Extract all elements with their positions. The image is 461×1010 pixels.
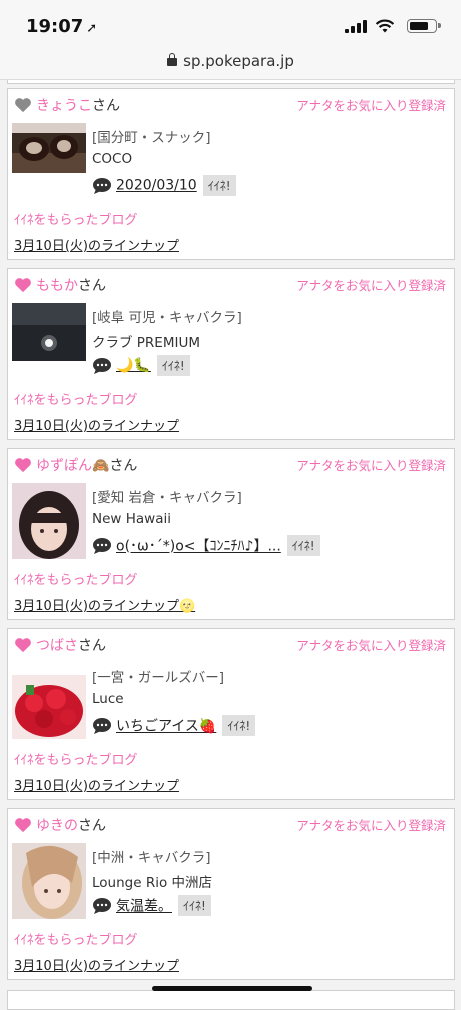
- cellular-signal-icon: [345, 20, 367, 33]
- previous-card-edge: [7, 80, 455, 84]
- profile-thumbnail[interactable]: [12, 483, 86, 559]
- speech-bubble-icon: [93, 897, 111, 914]
- favorite-status: アナタをお気に入り登録済: [296, 458, 446, 473]
- girl-name[interactable]: ゆずぽん🙈: [36, 458, 109, 474]
- home-indicator[interactable]: [152, 986, 312, 991]
- next-card-edge: [7, 990, 455, 1010]
- lineup-link[interactable]: 3月10日(火)のラインナップ🌝: [14, 595, 195, 614]
- profile-thumbnail[interactable]: [12, 843, 86, 919]
- heart-icon[interactable]: [14, 277, 32, 293]
- card-header: つばささん: [14, 635, 106, 655]
- shop-info: [一宮・ガールズバー] Luce: [92, 666, 224, 707]
- blog-row: いちごアイス🍓 ｲｲﾈ!: [92, 715, 256, 737]
- lineup-link[interactable]: 3月10日(火)のラインナップ: [14, 955, 179, 974]
- girl-name[interactable]: ももか: [36, 278, 78, 294]
- favorite-status: アナタをお気に入り登録済: [296, 638, 446, 653]
- shop-name[interactable]: New Hawaii: [92, 511, 242, 527]
- girl-card: ゆずぽん🙈さん アナタをお気に入り登録済 [愛知 岩倉・キャバクラ] New H…: [7, 448, 455, 620]
- moon-face-badge-icon: 🌝: [178, 599, 196, 614]
- shop-name[interactable]: Lounge Rio 中洲店: [92, 871, 212, 891]
- honorific: さん: [78, 638, 106, 654]
- iine-button[interactable]: ｲｲﾈ!: [286, 535, 320, 556]
- honorific: さん: [78, 278, 106, 294]
- battery-icon: [407, 19, 441, 33]
- card-header: ももかさん: [14, 275, 106, 295]
- girl-card: ゆきのさん アナタをお気に入り登録済 [中洲・キャバクラ] Lounge Rio…: [7, 808, 455, 980]
- blog-title-link[interactable]: 2020/03/10: [116, 178, 197, 194]
- area-category: [愛知 岩倉・キャバクラ]: [92, 490, 242, 506]
- girl-card: きょうこさん アナタをお気に入り登録済 [国分町・スナック] COCO 2020…: [7, 88, 455, 260]
- girl-name[interactable]: きょうこ: [36, 98, 92, 114]
- favorite-status: アナタをお気に入り登録済: [296, 278, 446, 293]
- shop-name[interactable]: Luce: [92, 691, 224, 707]
- status-time: 19:07 ➚: [26, 16, 97, 37]
- favorite-status: アナタをお気に入り登録済: [296, 98, 446, 113]
- card-header: きょうこさん: [14, 95, 120, 115]
- blog-title-link[interactable]: 🌙🐛: [116, 358, 151, 374]
- blog-row: o(･ω･´*)o<【ｺﾝﾆﾁﾊ♪】... ｲｲﾈ!: [92, 535, 320, 557]
- blog-row: 2020/03/10 ｲｲﾈ!: [92, 175, 236, 197]
- favorite-status: アナタをお気に入り登録済: [296, 818, 446, 833]
- liked-blog-link[interactable]: ｲｲﾈをもらったブログ: [14, 929, 138, 948]
- liked-blog-link[interactable]: ｲｲﾈをもらったブログ: [14, 749, 138, 768]
- girl-name[interactable]: ゆきの: [36, 818, 78, 834]
- shop-name[interactable]: COCO: [92, 151, 211, 167]
- honorific: さん: [109, 458, 138, 474]
- speech-bubble-icon: [93, 357, 111, 374]
- lineup-text[interactable]: 3月10日(火)のラインナップ: [14, 599, 179, 614]
- profile-thumbnail[interactable]: [12, 663, 86, 739]
- card-header: ゆずぽん🙈さん: [14, 455, 137, 475]
- lock-icon: [167, 53, 178, 66]
- lineup-link[interactable]: 3月10日(火)のラインナップ: [14, 775, 179, 794]
- area-category: [一宮・ガールズバー]: [92, 670, 225, 686]
- lineup-link[interactable]: 3月10日(火)のラインナップ: [14, 235, 179, 254]
- liked-blog-link[interactable]: ｲｲﾈをもらったブログ: [14, 209, 138, 228]
- iine-button[interactable]: ｲｲﾈ!: [156, 355, 190, 376]
- shop-info: [愛知 岩倉・キャバクラ] New Hawaii: [92, 486, 242, 527]
- wifi-icon: [375, 19, 395, 33]
- lineup-link[interactable]: 3月10日(火)のラインナップ: [14, 415, 179, 434]
- area-category: [岐阜 可児・キャバクラ]: [92, 310, 242, 326]
- blog-title-link[interactable]: 気温差。: [116, 899, 172, 915]
- iine-button[interactable]: ｲｲﾈ!: [202, 175, 236, 196]
- profile-thumbnail[interactable]: [12, 123, 86, 173]
- status-icons: [337, 18, 441, 34]
- blog-title-link[interactable]: いちごアイス🍓: [116, 719, 216, 735]
- card-header: ゆきのさん: [14, 815, 106, 835]
- shop-info: [中洲・キャバクラ] Lounge Rio 中洲店: [92, 846, 212, 891]
- clock-text: 19:07: [26, 16, 84, 37]
- blog-row: 気温差。 ｲｲﾈ!: [92, 895, 211, 917]
- heart-icon[interactable]: [14, 817, 32, 833]
- heart-icon[interactable]: [14, 457, 32, 473]
- speech-bubble-icon: [93, 177, 111, 194]
- shop-name[interactable]: クラブ PREMIUM: [92, 331, 242, 351]
- shop-info: [岐阜 可児・キャバクラ] クラブ PREMIUM: [92, 306, 242, 351]
- girl-card: ももかさん アナタをお気に入り登録済 [岐阜 可児・キャバクラ] クラブ PRE…: [7, 268, 455, 440]
- url-text[interactable]: sp.pokepara.jp: [183, 52, 294, 70]
- area-category: [国分町・スナック]: [92, 130, 211, 146]
- speech-bubble-icon: [93, 537, 111, 554]
- girl-name[interactable]: つばさ: [36, 638, 78, 654]
- status-bar: 19:07 ➚: [0, 0, 461, 44]
- liked-blog-link[interactable]: ｲｲﾈをもらったブログ: [14, 389, 138, 408]
- heart-icon[interactable]: [14, 637, 32, 653]
- honorific: さん: [78, 818, 106, 834]
- girl-card: つばささん アナタをお気に入り登録済 [一宮・ガールズバー] Luce いちごア…: [7, 628, 455, 800]
- area-category: [中洲・キャバクラ]: [92, 850, 211, 866]
- heart-icon[interactable]: [14, 97, 32, 113]
- blog-title-link[interactable]: o(･ω･´*)o<【ｺﾝﾆﾁﾊ♪】...: [116, 539, 281, 555]
- speech-bubble-icon: [93, 717, 111, 734]
- liked-blog-link[interactable]: ｲｲﾈをもらったブログ: [14, 569, 138, 588]
- blog-row: 🌙🐛 ｲｲﾈ!: [92, 355, 190, 377]
- iine-button[interactable]: ｲｲﾈ!: [178, 895, 211, 916]
- url-bar[interactable]: sp.pokepara.jp: [0, 44, 461, 80]
- profile-thumbnail[interactable]: [12, 303, 86, 361]
- iine-button[interactable]: ｲｲﾈ!: [222, 715, 256, 736]
- shop-info: [国分町・スナック] COCO: [92, 126, 211, 167]
- honorific: さん: [92, 98, 120, 114]
- location-arrow-icon: ➚: [86, 21, 98, 36]
